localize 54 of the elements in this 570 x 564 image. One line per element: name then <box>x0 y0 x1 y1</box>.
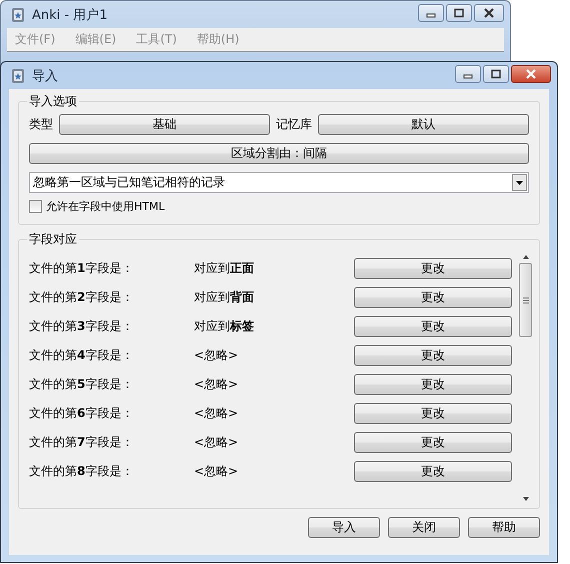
close-button[interactable] <box>474 4 504 22</box>
dialog-title: 导入 <box>32 68 59 84</box>
field-label: 文件的第2字段是： <box>29 289 134 306</box>
minimize-button[interactable] <box>455 64 481 82</box>
field-mapping: <忽略> <box>194 347 240 364</box>
dialog-button[interactable]: 帮助 <box>468 517 540 538</box>
group-title: 字段对应 <box>28 231 78 248</box>
minimize-button[interactable] <box>418 4 444 22</box>
deck-label: 记忆库 <box>276 116 312 133</box>
app-icon <box>10 6 26 22</box>
close-icon <box>483 8 495 18</box>
change-button[interactable]: 更改 <box>354 461 512 482</box>
field-mapping: 对应到背面 <box>194 289 255 306</box>
field-label: 文件的第6字段是： <box>29 405 134 422</box>
dialog-button[interactable]: 导入 <box>308 517 380 538</box>
change-button[interactable]: 更改 <box>354 345 512 366</box>
field-label: 文件的第7字段是： <box>29 434 134 451</box>
grip-icon <box>522 296 530 304</box>
deck-button[interactable]: 默认 <box>318 114 529 135</box>
app-icon <box>10 68 26 84</box>
checkbox-label: 允许在字段中使用HTML <box>46 199 165 214</box>
group-title: 导入选项 <box>28 93 78 110</box>
window-title: Anki - 用户1 <box>32 6 108 24</box>
field-mapping: <忽略> <box>194 463 240 480</box>
dialog-button[interactable]: 关闭 <box>388 517 460 538</box>
note-type-button[interactable]: 基础 <box>59 114 270 135</box>
mode-dropdown[interactable]: 忽略第一区域与已知笔记相符的记录 <box>29 172 529 193</box>
maximize-icon <box>454 8 464 18</box>
maximize-button[interactable] <box>446 4 472 22</box>
field-label: 文件的第3字段是： <box>29 318 134 335</box>
change-button[interactable]: 更改 <box>354 316 512 337</box>
maximize-icon <box>491 68 501 78</box>
change-button[interactable]: 更改 <box>354 403 512 424</box>
field-mapping: 对应到正面 <box>194 260 255 277</box>
change-button[interactable]: 更改 <box>354 374 512 395</box>
field-mapping: <忽略> <box>194 376 240 393</box>
field-mapping: <忽略> <box>194 434 240 451</box>
close-icon <box>525 68 537 78</box>
checkbox[interactable] <box>29 200 42 213</box>
scroll-up-icon[interactable] <box>522 254 530 260</box>
field-mapping: 对应到标签 <box>194 318 255 335</box>
change-button[interactable]: 更改 <box>354 432 512 453</box>
change-button[interactable]: 更改 <box>354 287 512 308</box>
field-label: 文件的第4字段是： <box>29 347 134 364</box>
change-button[interactable]: 更改 <box>354 258 512 279</box>
maximize-button[interactable] <box>483 64 509 82</box>
field-mapping: <忽略> <box>194 405 240 422</box>
scroll-down-icon[interactable] <box>522 496 530 502</box>
field-label: 文件的第8字段是： <box>29 463 134 480</box>
separator-button[interactable]: 区域分割由：间隔 <box>29 143 529 164</box>
close-button[interactable] <box>511 64 551 82</box>
field-label: 文件的第1字段是： <box>29 260 134 277</box>
field-label: 文件的第5字段是： <box>29 376 134 393</box>
type-label: 类型 <box>29 116 53 133</box>
